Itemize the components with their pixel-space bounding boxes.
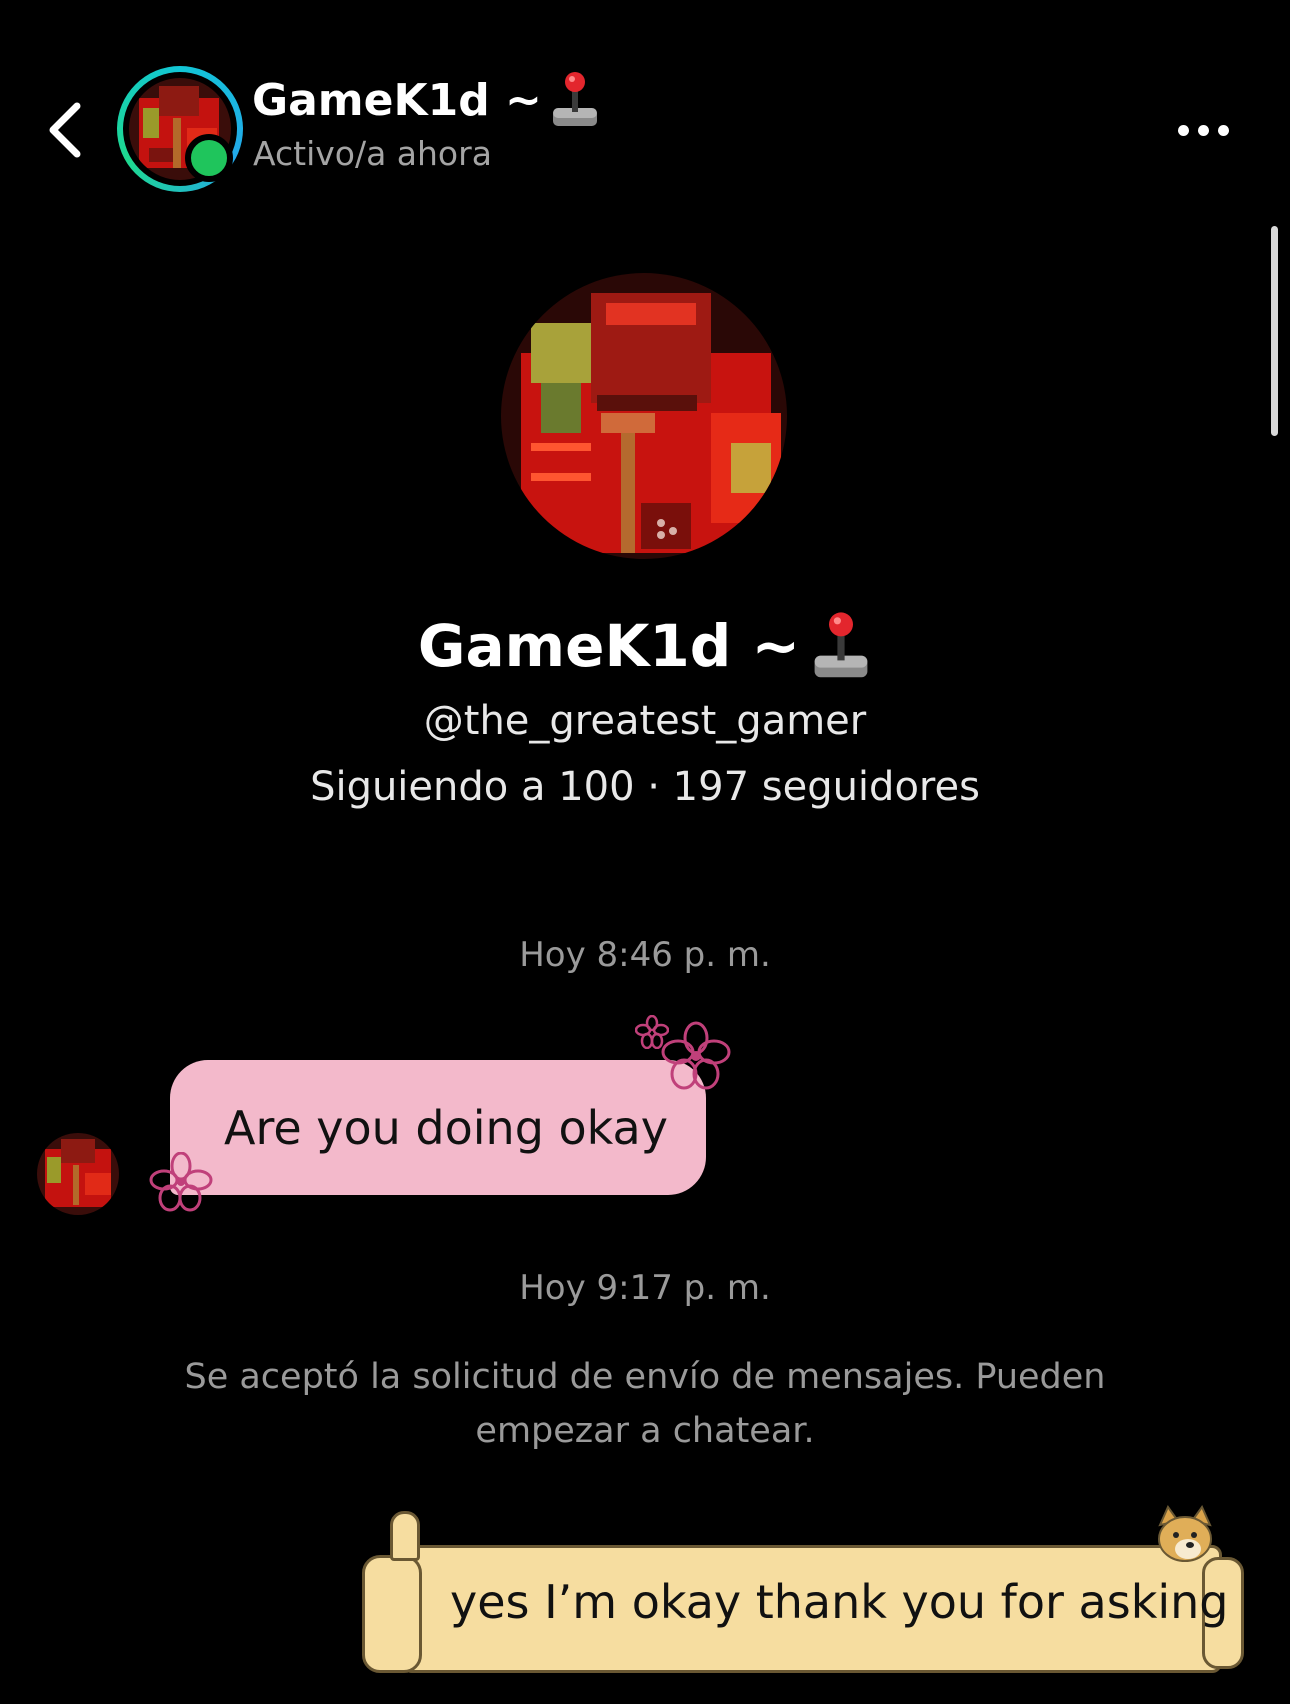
profile-handle: @the_greatest_gamer <box>423 698 867 744</box>
timestamp: Hoy 9:17 p. m. <box>519 1268 771 1308</box>
incoming-message-text: Are you doing okay <box>224 1100 668 1155</box>
thumbs-up-icon <box>362 1555 422 1673</box>
back-button[interactable] <box>40 95 90 165</box>
system-note: Se aceptó la solicitud de envío de mensa… <box>184 1357 1106 1451</box>
joystick-icon <box>814 612 868 678</box>
outgoing-message-text: yes I’m okay thank you for asking <box>450 1575 1229 1629</box>
sender-avatar[interactable] <box>37 1133 119 1215</box>
chat-header: GameK1d ~ Activo/a ahora <box>0 0 1290 210</box>
more-options-button[interactable] <box>1168 110 1238 150</box>
flower-sticker-icon <box>149 1152 213 1212</box>
profile-display-name: GameK1d ~ <box>0 610 1290 682</box>
online-indicator <box>185 134 233 182</box>
flower-sticker-icon <box>661 1021 731 1090</box>
joystick-icon <box>552 72 597 126</box>
profile-stats: Siguiendo a 100 · 197 seguidores <box>310 764 980 810</box>
dot-icon <box>1217 124 1229 136</box>
timestamp: Hoy 8:46 p. m. <box>519 935 771 975</box>
chevron-left-icon <box>49 102 81 158</box>
outgoing-message-bubble[interactable]: yes I’m okay thank you for asking <box>362 1505 1252 1675</box>
doge-icon <box>1158 1505 1212 1562</box>
contact-name[interactable]: GameK1d ~ <box>252 70 600 130</box>
status-text: Activo/a ahora <box>253 134 492 173</box>
dot-icon <box>1197 124 1209 136</box>
header-avatar[interactable] <box>117 66 243 192</box>
scrollbar[interactable] <box>1271 226 1278 436</box>
profile-avatar[interactable] <box>501 273 787 559</box>
incoming-message-bubble[interactable]: Are you doing okay <box>170 1060 706 1195</box>
dot-icon <box>1177 124 1189 136</box>
flower-sticker-icon <box>635 1015 669 1049</box>
